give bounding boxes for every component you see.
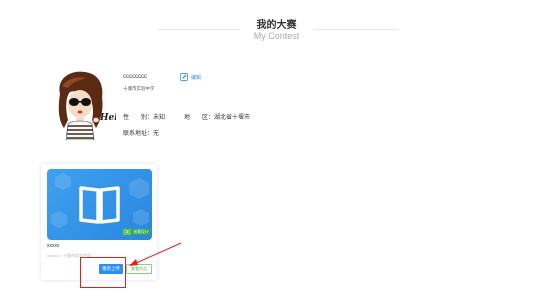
address-label: 联系地址： (123, 131, 154, 137)
page-subtitle: My Contest (253, 31, 300, 41)
edit-label: 编辑 (191, 74, 202, 81)
avatar: Hello (46, 68, 116, 140)
award-badge: 3 (123, 229, 131, 235)
highlight-box (80, 257, 126, 288)
page-title: 我的大赛 (256, 20, 297, 31)
region-row: 地 区：湖北省十堰市 (184, 112, 250, 121)
address-value: 无 (153, 131, 160, 137)
gender-row: 性 别：未知 (123, 112, 165, 121)
avatar-hello-text: Hello (99, 113, 116, 123)
profile-name: cccccccc (123, 74, 147, 80)
contest-thumbnail[interactable]: 3 创意设计 (47, 169, 152, 240)
address-row: 联系地址：无 (123, 128, 159, 137)
annotation-arrow (129, 242, 182, 266)
gender-label: 性 别： (123, 115, 154, 121)
profile-school: 十堰市实验中学 (123, 86, 155, 91)
region-label: 地 区： (184, 115, 215, 121)
gender-value: 未知 (153, 115, 166, 121)
category-badge: 创意设计 (131, 229, 151, 235)
edit-icon (180, 73, 188, 81)
edit-profile-button[interactable]: 编辑 (180, 73, 201, 81)
contest-name: xxxxx (47, 243, 60, 249)
region-value: 湖北省十堰市 (214, 115, 251, 121)
